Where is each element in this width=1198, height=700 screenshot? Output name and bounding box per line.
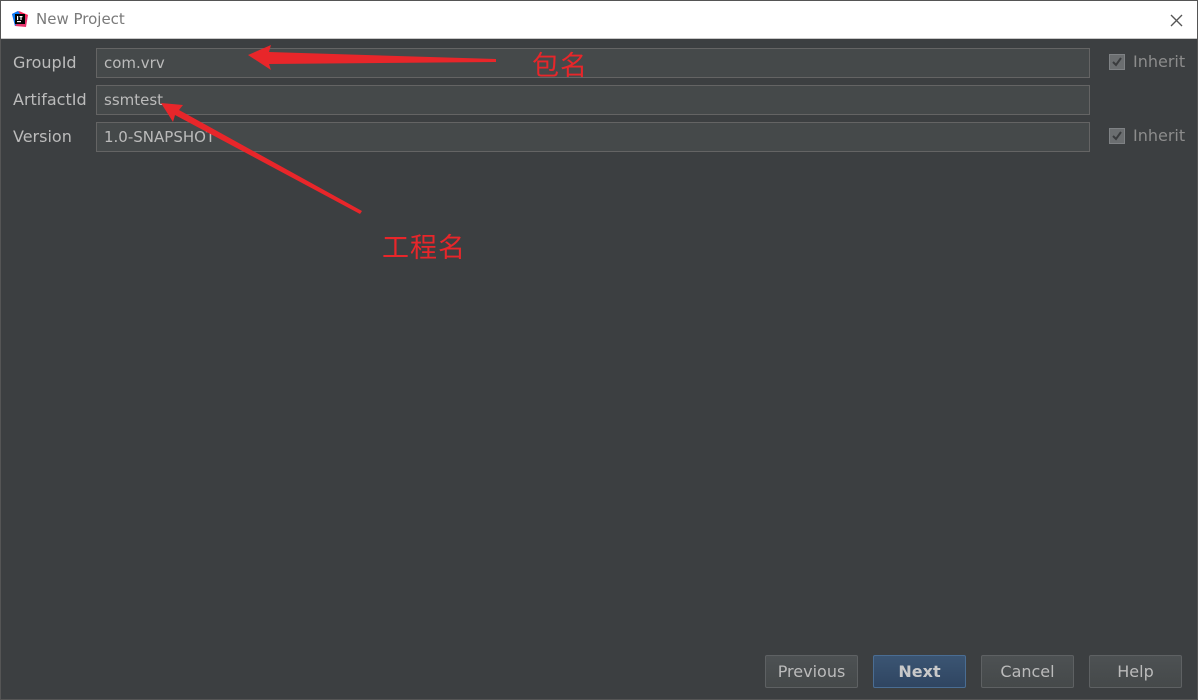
new-project-dialog: New Project GroupId Inherit ArtifactId V… (0, 0, 1198, 700)
project-name-annotation: 工程名 (382, 233, 466, 264)
help-button[interactable]: Help (1089, 655, 1182, 688)
arrow-to-artifact-id (161, 103, 362, 214)
annotation-arrows (161, 45, 496, 214)
package-name-annotation: 包名 (532, 51, 588, 82)
next-button[interactable]: Next (873, 655, 966, 688)
arrow-to-group-id (248, 45, 496, 70)
previous-button[interactable]: Previous (765, 655, 858, 688)
cancel-button[interactable]: Cancel (981, 655, 1074, 688)
